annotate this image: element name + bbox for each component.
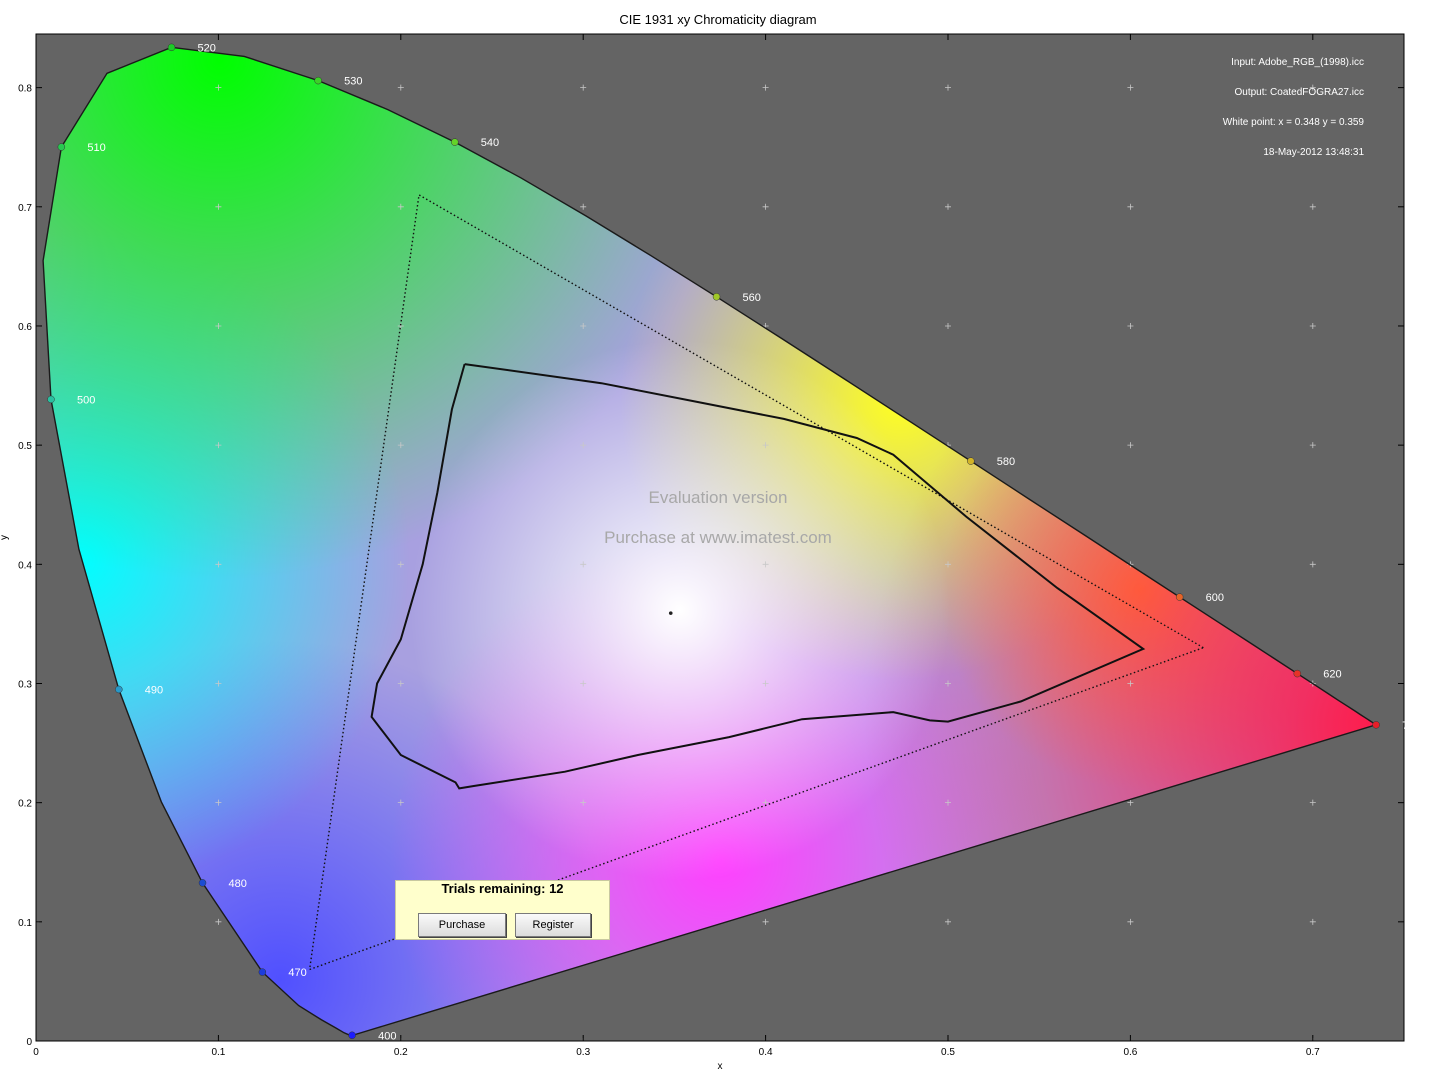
wavelength-dot bbox=[1372, 721, 1380, 729]
x-axis-label: x bbox=[718, 1061, 723, 1072]
wavelength-dot bbox=[57, 143, 66, 151]
wavelength-dot bbox=[1175, 593, 1184, 601]
wavelength-dot bbox=[348, 1031, 356, 1040]
wavelength-label: 540 bbox=[481, 137, 499, 149]
wavelength-dot bbox=[258, 968, 267, 976]
wavelength-dot bbox=[115, 685, 123, 694]
x-tick-label: 0.5 bbox=[941, 1047, 955, 1058]
wavelength-dot bbox=[167, 43, 176, 52]
wavelength-label: 510 bbox=[87, 142, 105, 154]
y-tick-label: 0.8 bbox=[18, 84, 32, 95]
x-tick-label: 0.2 bbox=[394, 1047, 408, 1058]
chart-title: CIE 1931 xy Chromaticity diagram bbox=[619, 12, 816, 27]
wavelength-label: 500 bbox=[77, 394, 95, 406]
white-point-marker bbox=[668, 611, 673, 615]
wavelength-label: 490 bbox=[145, 684, 163, 696]
y-tick-label: 0.7 bbox=[18, 203, 32, 214]
y-tick-label: 0.4 bbox=[18, 560, 32, 571]
wavelength-label: 530 bbox=[344, 76, 362, 88]
wavelength-label: 620 bbox=[1323, 669, 1341, 681]
wavelength-label: 700 bbox=[1402, 720, 1420, 732]
wavelength-dot bbox=[967, 457, 975, 465]
purchase-button[interactable]: Purchase bbox=[418, 913, 506, 937]
y-tick-label: 0.2 bbox=[18, 799, 32, 810]
trials-remaining-label: Trials remaining: 12 bbox=[441, 881, 564, 896]
y-tick-label: 0.6 bbox=[18, 322, 32, 333]
x-tick-label: 0.1 bbox=[211, 1047, 225, 1058]
x-tick-label: 0.6 bbox=[1123, 1047, 1137, 1058]
wavelength-label: 560 bbox=[743, 292, 761, 304]
info-line: White point: x = 0.348 y = 0.359 bbox=[1223, 117, 1365, 128]
y-axis-label: y bbox=[0, 535, 10, 540]
trials-dialog: Trials remaining: 12 Purchase Register bbox=[395, 880, 610, 940]
info-line: 18-May-2012 13:48:31 bbox=[1263, 147, 1364, 158]
wavelength-dot bbox=[1293, 669, 1302, 678]
info-line: Output: CoatedFOGRA27.icc bbox=[1234, 87, 1364, 98]
chromaticity-chart: CIE 1931 xy Chromaticity diagram 0 0.1 0.2… bbox=[0, 12, 1420, 1072]
x-tick-label: 0.3 bbox=[576, 1047, 590, 1058]
wavelength-dot bbox=[451, 138, 459, 146]
wavelength-dot bbox=[314, 76, 322, 85]
wavelength-label: 600 bbox=[1206, 592, 1224, 604]
wavelength-label: 580 bbox=[997, 456, 1015, 468]
watermark-line: Evaluation version bbox=[649, 488, 788, 507]
wavelength-dot bbox=[712, 293, 721, 301]
y-tick-label: 0 bbox=[26, 1037, 32, 1048]
register-button[interactable]: Register bbox=[515, 913, 591, 937]
wavelength-label: 470 bbox=[288, 967, 306, 979]
wavelength-dot bbox=[198, 879, 207, 887]
watermark-line: Purchase at www.imatest.com bbox=[604, 528, 832, 547]
wavelength-label: 400 bbox=[378, 1030, 396, 1042]
y-tick-label: 0.1 bbox=[18, 918, 32, 929]
wavelength-label: 480 bbox=[229, 878, 247, 890]
wavelength-label: 520 bbox=[198, 42, 216, 54]
x-tick-label: 0 bbox=[33, 1047, 39, 1058]
y-tick-label: 0.5 bbox=[18, 441, 32, 452]
x-tick-label: 0.7 bbox=[1306, 1047, 1320, 1058]
x-tick-label: 0.4 bbox=[759, 1047, 773, 1058]
info-line: Input: Adobe_RGB_(1998).icc bbox=[1231, 57, 1364, 68]
wavelength-dot bbox=[47, 395, 55, 404]
y-tick-label: 0.3 bbox=[18, 679, 32, 690]
